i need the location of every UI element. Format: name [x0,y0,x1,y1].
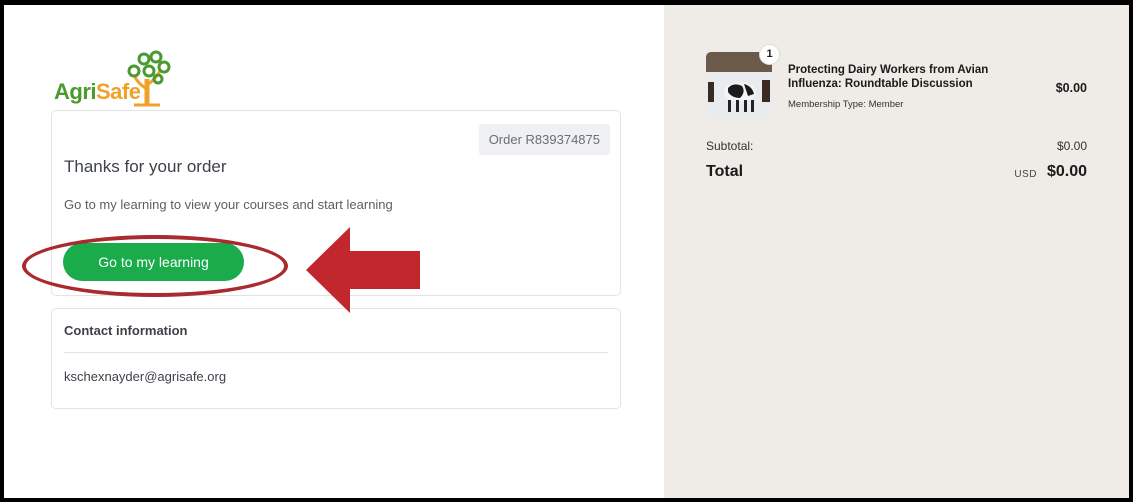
item-price: $0.00 [1055,81,1087,95]
page-frame: AgriSafe Order R839374875 Thanks for you… [0,0,1133,502]
learning-message: Go to my learning to view your courses a… [64,197,393,212]
total-value: $0.00 [1046,163,1087,180]
thank-you-heading: Thanks for your order [64,157,227,176]
membership-type: Membership Type: Member [788,99,904,110]
contact-title: Contact information [64,323,188,338]
order-number-badge: Order R839374875 [478,124,610,155]
agrisafe-logo[interactable]: AgriSafe [52,49,182,109]
contact-email: kschexnayder@agrisafe.org [64,369,227,384]
contact-card: Contact information kschexnayder@agrisaf… [51,308,621,409]
logo-text: AgriSafe [54,79,141,104]
go-to-my-learning-button[interactable]: Go to my learning [63,243,244,281]
order-card: Order R839374875 Thanks for your order G… [51,110,621,296]
subtotal-value: $0.00 [1056,139,1087,153]
quantity-badge: 1 [759,44,780,65]
order-summary-panel: 1 Protecting Dairy Workers from Avian In… [664,5,1129,498]
order-confirmation-panel: AgriSafe Order R839374875 Thanks for you… [4,5,664,498]
divider [64,352,608,353]
total-label: Total [706,163,744,180]
subtotal-label: Subtotal: [706,139,754,153]
currency-code: USD [1014,169,1037,180]
course-title: Protecting Dairy Workers from Avian Infl… [788,64,989,90]
